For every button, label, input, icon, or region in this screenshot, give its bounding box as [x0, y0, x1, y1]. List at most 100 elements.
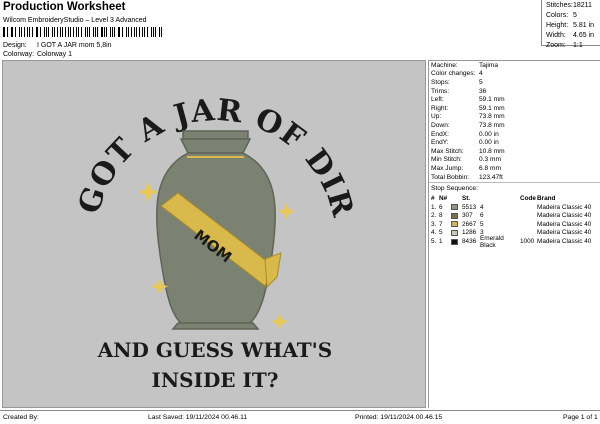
stat-value: 59.1 mm [479, 104, 505, 112]
stop-code: 1000 [520, 238, 535, 246]
barcode-bar [97, 27, 99, 37]
stat-value: 36 [479, 87, 487, 95]
stat-row: Left: 59.1 mm [429, 95, 600, 104]
summary-key: Colors: [546, 11, 569, 19]
barcode-bar [39, 27, 42, 37]
summary-colors: Colors: 5 [542, 10, 600, 20]
summary-key: Zoom: [546, 41, 566, 49]
stat-value: 123.47ft [479, 173, 503, 181]
stat-row: Total Bobbin: 123.47ft [429, 173, 600, 182]
stat-row: Max Stitch: 10.8 mm [429, 147, 600, 156]
summary-value: 5 [573, 11, 577, 19]
stop-swatch [451, 221, 462, 228]
stop-sequence-label: Stop Sequence: [431, 185, 478, 193]
stop-needle: 8 [439, 212, 443, 220]
barcode-bar [135, 27, 137, 37]
summary-value: 18211 [573, 1, 592, 9]
barcode-bar [28, 27, 30, 37]
stat-row: Trims: 36 [429, 87, 600, 96]
barcode-bar [147, 27, 149, 37]
stat-value: 10.8 mm [479, 147, 505, 155]
worksheet-header: Production Worksheet Wilcom EmbroiderySt… [0, 0, 600, 60]
stat-row: Up: 73.8 mm [429, 113, 600, 122]
stop-needle: 7 [439, 220, 443, 228]
design-value: I GOT A JAR mom 5,8in [37, 42, 112, 49]
stat-row: Min Stitch: 0.3 mm [429, 156, 600, 165]
barcode-bar [143, 27, 146, 37]
stat-key: Total Bobbin: [431, 173, 470, 181]
design-preview: I GOT A JAR OF DIRT MOM AND GUESS WHAT'S… [2, 60, 426, 408]
stop-swatch [451, 238, 462, 245]
stat-value: 0.00 in [479, 139, 499, 147]
stop-index: 3. [431, 220, 437, 228]
stat-value: Tajima [479, 61, 499, 69]
stat-value: 73.8 mm [479, 113, 505, 121]
stop-index: 2. [431, 212, 437, 220]
header-index: # [431, 195, 435, 203]
barcode-bar [101, 27, 103, 37]
stat-row: EndX: 0.00 in [429, 130, 600, 139]
header-needle: N# [439, 195, 448, 203]
barcode-bar [6, 27, 8, 37]
stat-row: Color changes: 4 [429, 70, 600, 79]
stat-key: Color changes: [431, 70, 476, 78]
stat-key: Right: [431, 104, 449, 112]
stat-value: 73.8 mm [479, 121, 505, 129]
star-icon [271, 313, 288, 330]
artwork-bottom-line-1: AND GUESS WHAT'S [97, 338, 333, 362]
barcode-bar [127, 27, 129, 37]
stop-color-name: Emerald Black [480, 234, 504, 249]
last-saved: Last Saved: 19/11/2024 00.46.11 [148, 414, 248, 421]
stat-value: 0.3 mm [479, 156, 501, 164]
stop-needle: 5 [439, 229, 443, 237]
stop-stitches: 5513 [462, 203, 477, 211]
summary-key: Stitches: [546, 1, 573, 9]
created-by: Created By: [3, 414, 39, 421]
barcode-bar [48, 27, 50, 37]
color-swatch-icon [451, 212, 458, 219]
header-stitches: St. [462, 195, 471, 203]
stat-key: Trims: [431, 87, 450, 95]
stop-index: 5. [431, 238, 437, 246]
design-row: Design: I GOT A JAR mom 5,8in [3, 42, 112, 49]
stop-stitches: 307 [462, 212, 473, 220]
stat-row: Right: 59.1 mm [429, 104, 600, 113]
stop-brand: Madeira Classic 40 [537, 203, 592, 211]
stop-swatch [451, 229, 462, 236]
barcode-bar [155, 27, 157, 37]
stop-row: 1. 6 5513 4 Madeira Classic 40 [429, 203, 600, 212]
stop-sequence-table: # N# St. Code Brand 1. 6 5513 4 Madeira Clas… [429, 194, 600, 249]
summary-height: Height: 5.81 in [542, 20, 600, 30]
barcode-bar [76, 27, 78, 37]
stat-key: Machine: [431, 61, 458, 69]
barcode-bar [20, 27, 22, 37]
stop-row: 2. 8 307 6 Madeira Classic 40 [429, 212, 600, 221]
stop-index: 1. [431, 203, 437, 211]
barcode-bar [121, 27, 124, 37]
stop-brand: Madeira Classic 40 [537, 229, 592, 237]
stat-key: Left: [431, 96, 444, 104]
stop-color-name: 6 [480, 212, 484, 220]
barcode-bar [53, 27, 55, 37]
divider [429, 182, 600, 184]
stop-row: 3. 7 2667 5 Madeira Classic 40 [429, 220, 600, 229]
barcode-bar [109, 27, 111, 37]
color-swatch-icon [451, 229, 458, 236]
urn-neck [179, 138, 252, 154]
stat-key: Stops: [431, 78, 450, 86]
stop-stitches: 8436 [462, 238, 477, 246]
summary-key: Height: [546, 21, 569, 29]
stat-value: 0.00 in [479, 130, 499, 138]
stop-swatch [451, 212, 462, 219]
star-icon [138, 182, 158, 202]
stop-rows: 1. 6 5513 4 Madeira Classic 40 2. 8 307 6 Madeira… [429, 203, 600, 249]
software-subtitle: Wilcom EmbroideryStudio – Level 3 Advanc… [3, 17, 147, 24]
stat-value: 4 [479, 70, 483, 78]
colorway-row: Colorway: Colorway 1 [3, 51, 72, 58]
stat-row: Max Jump: 6.8 mm [429, 164, 600, 173]
stop-color-name: 5 [480, 220, 484, 228]
stat-key: Down: [431, 121, 450, 129]
colorway-value: Colorway 1 [37, 51, 73, 58]
barcode-bar [80, 27, 83, 37]
stop-swatch [451, 204, 462, 211]
